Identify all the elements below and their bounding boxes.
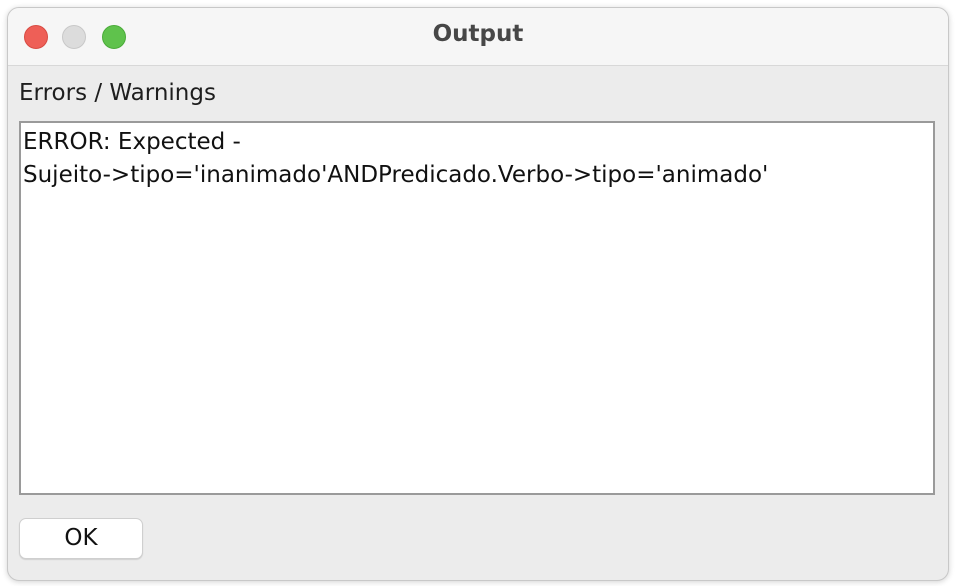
ok-button[interactable]: OK bbox=[19, 518, 143, 559]
errors-warnings-label: Errors / Warnings bbox=[19, 80, 216, 106]
window-title: Output bbox=[432, 21, 524, 47]
output-dialog: Output Errors / Warnings ERROR: Expected… bbox=[7, 7, 949, 581]
output-line-1: ERROR: Expected - bbox=[23, 129, 241, 155]
output-line-2: Sujeito->tipo='inanimado'ANDPredicado.Ve… bbox=[23, 162, 769, 188]
output-text-area[interactable]: ERROR: Expected - Sujeito->tipo='inanimad… bbox=[19, 121, 935, 495]
title-bar[interactable]: Output bbox=[8, 8, 948, 66]
